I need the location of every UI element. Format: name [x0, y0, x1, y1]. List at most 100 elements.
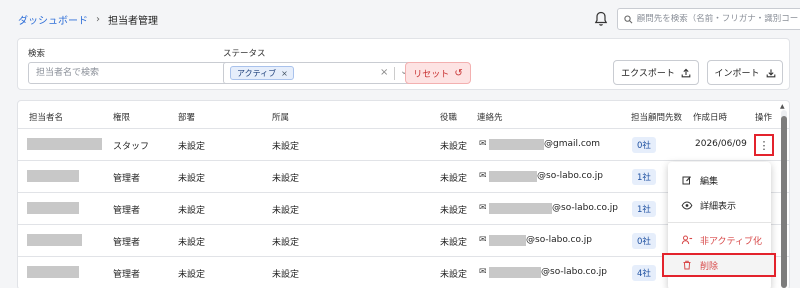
client-count-badge: 1社: [632, 169, 656, 185]
redacted-email-local: [489, 235, 526, 246]
reset-button-label: リセット: [413, 69, 450, 80]
col-position: 役職: [440, 113, 458, 123]
export-button-label: エクスポート: [621, 69, 675, 79]
reset-button[interactable]: リセット ↺: [405, 62, 471, 84]
mail-icon: ✉: [479, 171, 487, 181]
cell-email-domain: @gmail.com: [544, 139, 601, 149]
status-chip-label: アクティブ: [237, 68, 277, 78]
client-search-input[interactable]: [636, 14, 800, 24]
status-chip-active: アクティブ ×: [230, 66, 294, 80]
breadcrumb-current: 担当者管理: [108, 15, 158, 27]
cell-affiliation: 未設定: [272, 142, 300, 152]
cell-created: 2026/06/09: [695, 139, 747, 149]
cell-dept: 未設定: [178, 206, 206, 216]
redacted-name: [27, 170, 79, 182]
mail-icon: ✉: [479, 267, 487, 277]
keyword-label: 検索: [28, 49, 46, 59]
import-button[interactable]: インポート: [707, 60, 783, 85]
redacted-email-local: [489, 267, 541, 278]
cell-role: 管理者: [113, 174, 141, 184]
import-button-label: インポート: [714, 69, 760, 79]
clear-icon[interactable]: ×: [380, 67, 388, 78]
menu-item-label: 削除: [700, 261, 719, 272]
redacted-name: [27, 266, 79, 278]
cell-email-domain: @so-labo.co.jp: [526, 235, 592, 245]
cell-position: 未設定: [440, 142, 468, 152]
cell-email-domain: @so-labo.co.jp: [537, 171, 603, 181]
menu-item-view-details[interactable]: 詳細表示: [668, 193, 771, 217]
cell-affiliation: 未設定: [272, 270, 300, 280]
cell-affiliation: 未設定: [272, 238, 300, 248]
cell-email-domain: @so-labo.co.jp: [541, 267, 607, 277]
upload-icon: [681, 68, 691, 77]
col-client-count: 担当顧問先数: [631, 113, 683, 123]
status-select[interactable]: アクティブ × × ⌄: [223, 62, 416, 84]
chip-remove-icon[interactable]: ×: [281, 69, 288, 78]
redacted-name: [27, 234, 82, 246]
client-count-badge: 1社: [632, 201, 656, 217]
download-icon: [766, 68, 775, 77]
redacted-name: [27, 138, 102, 150]
menu-item-edit[interactable]: 編集: [668, 168, 771, 192]
menu-item-deactivate[interactable]: 非アクティブ化: [668, 228, 771, 252]
export-button[interactable]: エクスポート: [613, 60, 699, 85]
menu-item-label: 編集: [700, 176, 719, 187]
cell-role: スタッフ: [113, 142, 150, 152]
table-row[interactable]: スタッフ 未設定 未設定 未設定 ✉ @gmail.com 0社 2026/06…: [18, 129, 789, 161]
menu-item-delete[interactable]: 削除: [662, 253, 776, 277]
col-contact: 連絡先: [477, 113, 503, 123]
col-created: 作成日時: [693, 113, 728, 123]
mail-icon: ✉: [479, 203, 487, 213]
col-role: 権限: [113, 113, 131, 123]
cell-position: 未設定: [440, 270, 468, 280]
cell-position: 未設定: [440, 174, 468, 184]
redacted-email-local: [489, 203, 552, 214]
cell-role: 管理者: [113, 206, 141, 216]
client-search-box[interactable]: [617, 8, 800, 30]
cell-dept: 未設定: [178, 238, 206, 248]
client-count-badge: 4社: [632, 265, 656, 281]
menu-item-label: 非アクティブ化: [700, 236, 763, 247]
status-label: ステータス: [223, 49, 266, 59]
cell-position: 未設定: [440, 206, 468, 216]
col-name: 担当者名: [29, 113, 64, 123]
bell-icon[interactable]: [594, 11, 608, 27]
breadcrumb-dashboard-link[interactable]: ダッシュボード: [18, 12, 88, 27]
menu-item-label: 詳細表示: [700, 201, 737, 212]
cell-dept: 未設定: [178, 270, 206, 280]
cell-position: 未設定: [440, 238, 468, 248]
scrollbar-thumb[interactable]: [781, 116, 787, 288]
keyword-search-input[interactable]: [28, 62, 234, 84]
select-divider: [394, 67, 395, 80]
breadcrumb-separator: ›: [96, 13, 100, 25]
col-actions: 操作: [755, 113, 773, 123]
cell-affiliation: 未設定: [272, 174, 300, 184]
mail-icon: ✉: [479, 235, 487, 245]
table-header: 担当者名 権限 部署 所属 役職 連絡先 担当顧問先数 作成日時 操作: [18, 101, 789, 129]
cell-role: 管理者: [113, 238, 141, 248]
scroll-up-arrow[interactable]: ▲: [780, 103, 785, 110]
col-affiliation: 所属: [272, 113, 290, 123]
eye-icon: [681, 200, 693, 210]
search-icon: [624, 14, 633, 24]
client-count-badge: 0社: [632, 233, 656, 249]
cell-role: 管理者: [113, 270, 141, 280]
row-action-menu: 編集 詳細表示 非アクティブ化 削除: [662, 162, 776, 288]
cell-dept: 未設定: [178, 174, 206, 184]
cell-email-domain: @so-labo.co.jp: [552, 203, 618, 213]
client-count-badge: 0社: [632, 137, 656, 153]
redacted-email-local: [489, 171, 537, 182]
trash-icon: [683, 260, 691, 270]
filter-panel: 検索 ステータス アクティブ × × ⌄ リセット ↺ エクスポート インポート: [17, 38, 790, 90]
cell-affiliation: 未設定: [272, 206, 300, 216]
row-actions-button[interactable]: ⋮: [754, 134, 774, 156]
menu-divider: [668, 222, 771, 223]
col-dept: 部署: [178, 113, 196, 123]
cell-dept: 未設定: [178, 142, 206, 152]
mail-icon: ✉: [479, 139, 487, 149]
edit-icon: [682, 176, 691, 185]
reset-icon: ↺: [454, 67, 463, 79]
redacted-email-local: [489, 139, 544, 150]
user-deactivate-icon: [681, 235, 693, 245]
redacted-name: [27, 202, 79, 214]
